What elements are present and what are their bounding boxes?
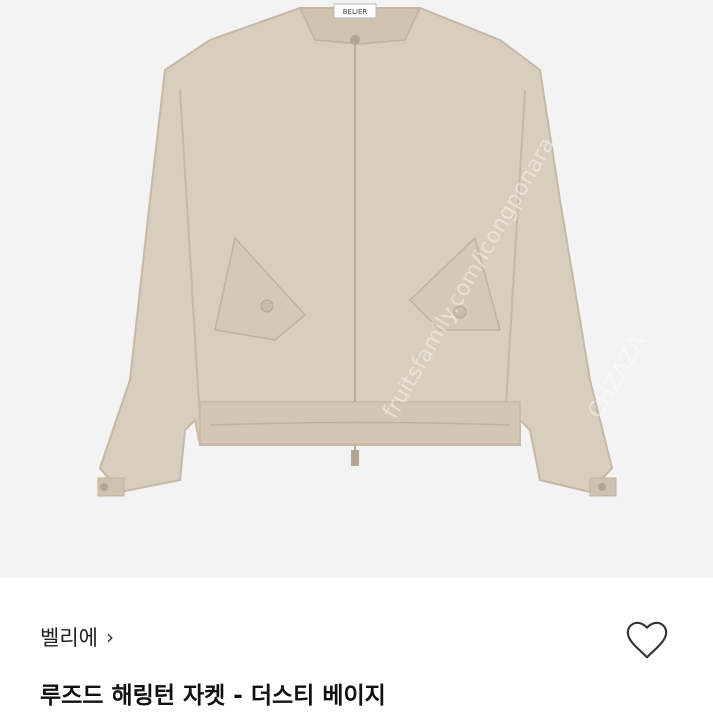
product-image[interactable]: BELIER fruitsfamily.com/icongponara CHZA… xyxy=(0,0,713,578)
shop-name: 벨리에 xyxy=(40,626,98,650)
product-title: 루즈드 해링턴 자켓 - 더스티 베이지 xyxy=(40,683,386,709)
neck-label-text: BELIER xyxy=(343,8,368,16)
shop-link[interactable]: 벨리에 › xyxy=(40,622,114,652)
watermark-text-2: CHZAZA xyxy=(584,331,652,423)
jacket-illustration: BELIER fruitsfamily.com/icongponara CHZA… xyxy=(97,3,652,497)
chevron-right-icon: › xyxy=(105,625,114,649)
heart-outline-icon[interactable] xyxy=(624,618,670,664)
